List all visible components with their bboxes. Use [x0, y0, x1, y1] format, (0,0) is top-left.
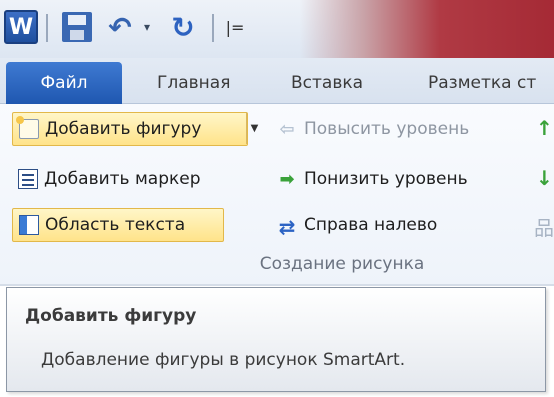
right-to-left-label: Справа налево	[304, 215, 438, 235]
org-chart-icon[interactable]: 品	[534, 212, 554, 241]
promote-button[interactable]: ⇦ Повысить уровень	[266, 112, 469, 146]
move-up-icon[interactable]: ↑	[536, 116, 553, 140]
group-label-create-graphic: Создание рисунка	[259, 254, 425, 274]
tooltip-description: Добавление фигуры в рисунок SmartArt.	[41, 350, 406, 370]
text-pane-button[interactable]: Область текста	[12, 208, 224, 242]
toolbar-separator	[212, 14, 214, 42]
add-bullet-button[interactable]: Добавить маркер	[12, 162, 201, 196]
add-bullet-label: Добавить маркер	[44, 169, 201, 189]
text-pane-label: Область текста	[45, 215, 186, 235]
title-bar	[300, 0, 554, 58]
toolbar-separator	[46, 14, 48, 42]
undo-icon[interactable]: ↶	[104, 10, 136, 44]
ribbon-divider	[0, 284, 554, 286]
customize-toolbar-button[interactable]: |=	[226, 10, 245, 44]
right-to-left-button[interactable]: ⇄ Справа налево	[266, 208, 438, 242]
arrow-left-icon: ⇦	[279, 119, 295, 140]
tab-insert[interactable]: Вставка	[291, 62, 363, 104]
save-icon[interactable]	[62, 12, 92, 42]
demote-button[interactable]: ➡ Понизить уровень	[266, 162, 468, 196]
tab-page-layout[interactable]: Разметка ст	[428, 62, 536, 104]
demote-label: Понизить уровень	[304, 169, 468, 189]
add-shape-label: Добавить фигуру	[45, 119, 202, 139]
text-pane-icon	[19, 215, 39, 235]
promote-label: Повысить уровень	[304, 119, 470, 139]
tooltip-title: Добавить фигуру	[25, 306, 197, 326]
bullets-icon	[18, 169, 38, 189]
redo-icon[interactable]: ↻	[168, 10, 198, 44]
tab-home[interactable]: Главная	[157, 62, 230, 104]
arrow-right-icon: ➡	[279, 169, 295, 190]
tooltip: Добавить фигуру Добавление фигуры в рису…	[6, 287, 546, 392]
word-app-icon[interactable]: W	[4, 10, 38, 44]
tab-file[interactable]: Файл	[6, 62, 122, 104]
undo-dropdown-icon[interactable]: ▾	[140, 10, 154, 44]
move-down-icon[interactable]: ↓	[536, 166, 553, 190]
swap-arrows-icon: ⇄	[278, 215, 296, 239]
add-shape-icon	[16, 116, 39, 139]
add-shape-dropdown-icon[interactable]: ▼	[246, 112, 262, 144]
add-shape-button[interactable]: Добавить фигуру	[12, 112, 248, 146]
